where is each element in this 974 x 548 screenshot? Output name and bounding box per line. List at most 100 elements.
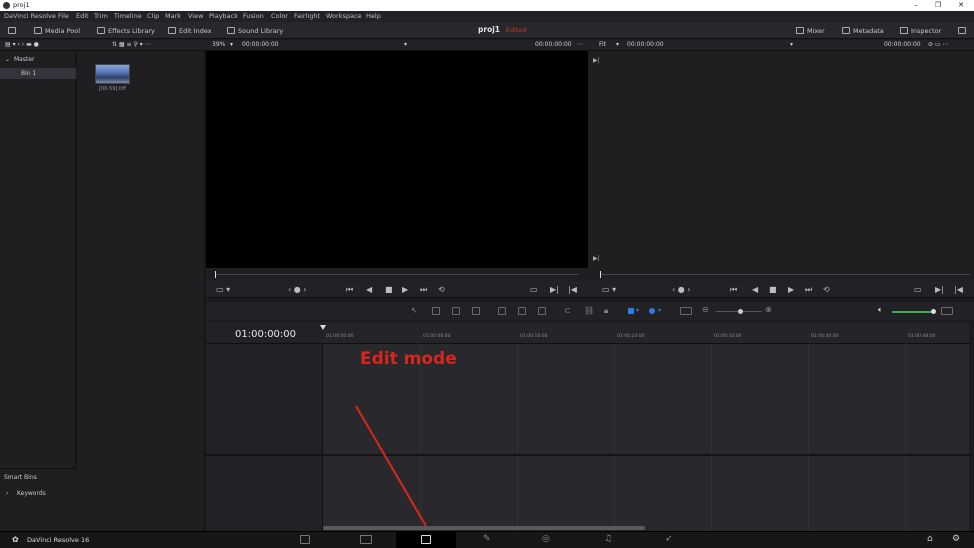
master-bin[interactable]: Master (14, 56, 35, 63)
timeline-playhead[interactable] (320, 325, 326, 330)
loop-icon[interactable]: ⟲ (438, 285, 445, 294)
fairlight-page-icon[interactable]: ♫ (604, 534, 612, 544)
volume-icon[interactable]: 🔈︎ (878, 305, 883, 315)
menu-mark[interactable]: Mark (165, 12, 181, 20)
mark-in-icon[interactable]: ▶| (935, 285, 944, 294)
skip-back-icon[interactable]: ⏮ (730, 285, 737, 295)
chevron-down-icon[interactable]: ⌄ (5, 56, 10, 63)
stop-icon[interactable]: ■ (769, 285, 777, 294)
sort-icon[interactable]: ⇅ ▦ ≡ ⚲ ▾ ⋯ (112, 41, 151, 48)
loop-icon[interactable]: ⟲ (823, 285, 830, 294)
effects-library-button[interactable]: Effects Library (97, 25, 155, 36)
edit-page-icon[interactable] (421, 535, 431, 544)
mark-in-icon[interactable]: ▶| (550, 285, 559, 294)
timeline-fit[interactable]: Fit (599, 41, 606, 48)
timeline-timecode[interactable]: 01:00:00:00 (235, 329, 296, 340)
viewer-options-icons[interactable]: ⊘ ▭ ⋯ (928, 41, 949, 48)
lock-icon[interactable]: 🔒︎ (604, 306, 608, 316)
edit-index-button[interactable]: Edit Index (168, 25, 212, 36)
bin-1[interactable]: Bin 1 (21, 70, 36, 77)
close-button[interactable]: ✕ (952, 0, 970, 11)
video-audio-divider[interactable] (206, 454, 974, 456)
mark-in-icon[interactable]: ▶| (593, 57, 600, 64)
color-page-icon[interactable]: ◎ (542, 534, 550, 544)
dynamic-trim-icon[interactable] (452, 307, 460, 315)
insert-clip-icon[interactable] (498, 307, 506, 315)
link-icon[interactable]: ⛓ (584, 306, 594, 315)
clip-thumbnail[interactable] (95, 64, 130, 84)
view-mode-icon[interactable]: ▤ ▾ ‹ › ▬ ● (5, 41, 39, 48)
media-pool-button[interactable]: Media Pool (34, 25, 80, 36)
deliver-page-icon[interactable]: ➶ (665, 534, 673, 544)
chevron-down-icon[interactable]: ▾ (790, 41, 793, 48)
output-mode-icon[interactable]: ▭ ▾ (602, 285, 616, 294)
home-icon[interactable]: ⌂ (927, 534, 933, 544)
match-frame-icon[interactable]: ▭ (914, 285, 922, 294)
source-zoom[interactable]: 39% (212, 41, 225, 48)
menu-playback[interactable]: Playback (209, 12, 238, 20)
menu-timeline[interactable]: Timeline (114, 12, 142, 20)
sound-library-button[interactable]: Sound Library (227, 25, 283, 36)
metadata-button[interactable]: Metadata (842, 25, 884, 36)
bin-item-selected[interactable] (0, 68, 76, 79)
mark-out-icon[interactable]: |◀ (568, 285, 577, 294)
audio-meter-icon[interactable] (941, 307, 953, 315)
maximize-button[interactable]: ❐ (929, 0, 947, 11)
fusion-page-icon[interactable]: ✎ (483, 534, 491, 544)
timeline-scrubber[interactable] (588, 268, 974, 281)
minimize-button[interactable]: – (907, 0, 925, 11)
play-reverse-icon[interactable]: ◀ (752, 285, 758, 294)
workspace-layout-button[interactable] (8, 25, 16, 36)
chevron-down-icon[interactable]: ▾ (404, 41, 407, 48)
skip-forward-icon[interactable]: ⏭ (805, 285, 812, 295)
media-page-icon[interactable] (300, 535, 310, 544)
menu-clip[interactable]: Clip (147, 12, 159, 20)
volume-slider-knob[interactable] (931, 309, 936, 314)
playhead-marker[interactable] (215, 271, 216, 278)
menu-help[interactable]: Help (366, 12, 381, 20)
menu-file[interactable]: File (58, 12, 69, 20)
keywords-bin[interactable]: Keywords (17, 490, 46, 497)
flag-icon[interactable] (628, 308, 634, 314)
overwrite-clip-icon[interactable] (518, 307, 526, 315)
menu-view[interactable]: View (188, 12, 203, 20)
chevron-down-icon[interactable]: ▾ (636, 307, 639, 314)
cut-page-icon[interactable] (360, 535, 372, 544)
gear-icon[interactable]: ⚙ (952, 534, 960, 544)
menu-trim[interactable]: Trim (94, 12, 108, 20)
playhead-marker[interactable] (600, 271, 601, 278)
more-options-icon[interactable]: ⋯ (577, 41, 583, 48)
menu-fusion[interactable]: Fusion (243, 12, 264, 20)
menu-edit[interactable]: Edit (76, 12, 89, 20)
match-frame-icon[interactable]: ▭ (530, 285, 538, 294)
play-reverse-icon[interactable]: ◀ (366, 285, 372, 294)
selection-tool-icon[interactable]: ↖ (411, 306, 418, 315)
menu-workspace[interactable]: Workspace (326, 12, 362, 20)
stop-icon[interactable]: ■ (385, 285, 393, 294)
chevron-down-icon[interactable]: ▾ (230, 41, 233, 48)
menu-color[interactable]: Color (271, 12, 288, 20)
mark-out-icon[interactable]: |◀ (954, 285, 963, 294)
timeline-ruler[interactable]: 01:00:00:00 01:00:08:00 01:00:16:00 01:0… (323, 322, 969, 344)
play-icon[interactable]: ▶ (402, 285, 408, 294)
jog-icon[interactable]: ‹ ● › (288, 285, 306, 294)
fullscreen-button[interactable] (958, 25, 966, 36)
marker-icon[interactable] (649, 308, 655, 314)
volume-slider[interactable] (892, 311, 934, 313)
mark-out-icon[interactable]: ▶| (593, 255, 600, 262)
menu-davinci-resolve[interactable]: DaVinci Resolve (4, 12, 56, 20)
zoom-out-icon[interactable]: ⊖ (702, 305, 709, 314)
skip-forward-icon[interactable]: ⏭ (420, 285, 427, 295)
play-icon[interactable]: ▶ (788, 285, 794, 294)
mixer-button[interactable]: Mixer (796, 25, 825, 36)
jog-icon[interactable]: ‹ ● › (672, 285, 690, 294)
source-viewer[interactable] (206, 51, 588, 268)
timeline-viewer[interactable] (604, 51, 974, 268)
chevron-right-icon[interactable]: › (6, 490, 8, 497)
blade-tool-icon[interactable] (472, 307, 480, 315)
chevron-down-icon[interactable]: ▾ (616, 41, 619, 48)
replace-clip-icon[interactable] (538, 307, 546, 315)
zoom-slider-knob[interactable] (738, 309, 743, 314)
snapping-icon[interactable]: ⊂ (564, 306, 571, 315)
output-mode-icon[interactable]: ▭ ▾ (216, 285, 230, 294)
